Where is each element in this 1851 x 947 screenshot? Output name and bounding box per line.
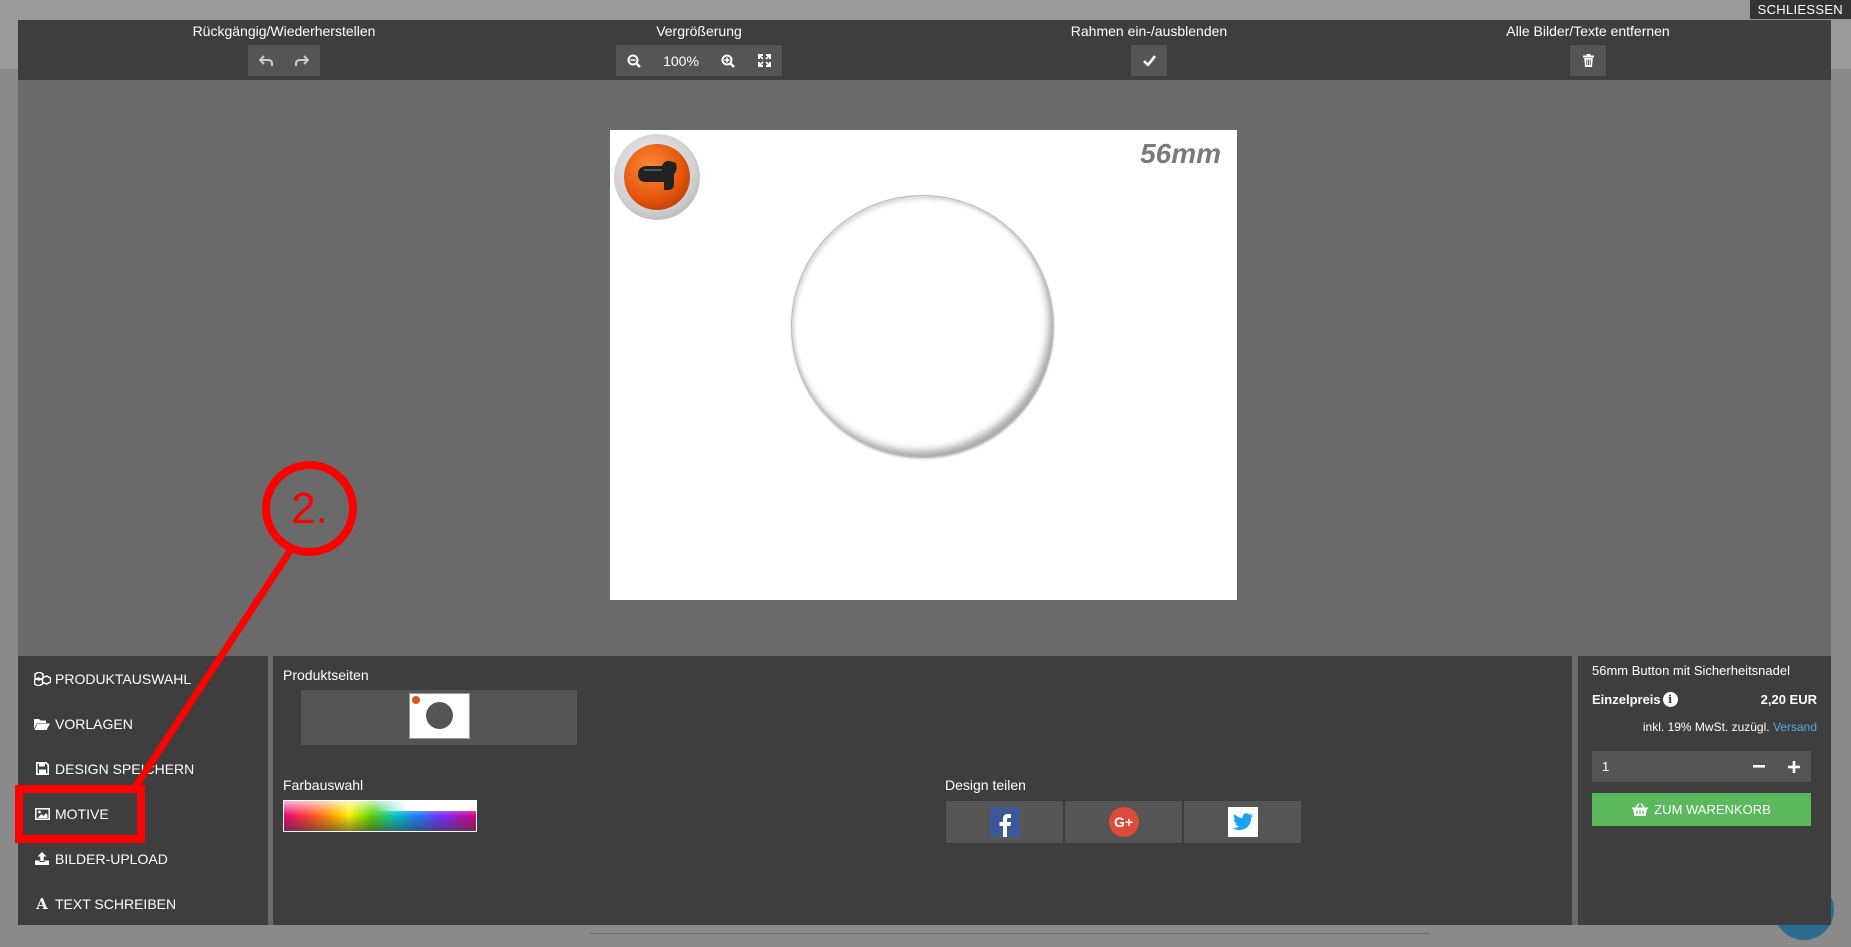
zoom-level: 100% <box>663 52 699 69</box>
add-to-cart-label: ZUM WARENKORB <box>1654 802 1771 817</box>
clear-all-group: Alle Bilder/Texte entfernen <box>1488 22 1688 76</box>
sidebar-item-vorlagen[interactable]: VORLAGEN <box>18 701 268 746</box>
share-design-title: Design teilen <box>945 777 1026 793</box>
zoom-in-button[interactable] <box>710 45 746 76</box>
folder-open-icon <box>32 718 52 730</box>
product-pages-list <box>301 690 577 745</box>
sidebar-item-produktauswahl[interactable]: PRODUKTAUSWAHL <box>18 656 268 701</box>
sidebar-item-label: DESIGN SPEICHERN <box>55 760 195 777</box>
increase-quantity-button[interactable] <box>1776 751 1811 782</box>
brand-logo <box>614 134 700 220</box>
sidebar-item-label: TEXT SCHREIBEN <box>55 895 177 912</box>
shipping-link[interactable]: Versand <box>1773 720 1817 734</box>
quantity-input[interactable]: 1 <box>1592 759 1741 774</box>
color-selection-title: Farbauswahl <box>283 777 364 793</box>
tax-note-text: inkl. 19% MwSt. zuzügl. <box>1642 720 1770 734</box>
facebook-share-button[interactable] <box>946 801 1063 843</box>
product-name: 56mm Button mit Sicherheitsnadel <box>1592 663 1790 678</box>
sidebar-item-label: PRODUKTAUSWAHL <box>55 670 192 687</box>
add-to-cart-button[interactable]: ZUM WARENKORB <box>1592 793 1811 826</box>
expand-icon <box>757 54 771 67</box>
size-label: 56mm <box>1140 138 1221 169</box>
zoom-out-button[interactable] <box>616 45 652 76</box>
zoom-title: Vergrößerung <box>656 23 742 39</box>
close-button[interactable]: SCHLIESSEN <box>1749 0 1851 19</box>
basket-icon <box>1632 803 1649 816</box>
zoom-group: Vergrößerung 100% <box>614 22 784 76</box>
design-canvas[interactable]: 56mm <box>610 130 1237 600</box>
frame-toggle-group: Rahmen ein-/ausblenden <box>1054 22 1244 76</box>
share-buttons: G+ <box>946 801 1301 843</box>
tax-note: inkl. 19% MwSt. zuzügl. Versand <box>1643 720 1817 734</box>
sidebar-item-text-schreiben[interactable]: A TEXT SCHREIBEN <box>18 881 268 926</box>
quantity-stepper: 1 <box>1592 751 1811 782</box>
upload-icon <box>32 852 52 865</box>
undo-icon <box>259 54 273 66</box>
minus-icon <box>1752 765 1765 768</box>
redo-button[interactable] <box>284 45 320 76</box>
decrease-quantity-button[interactable] <box>1741 751 1776 782</box>
undo-button[interactable] <box>248 45 284 76</box>
options-panel: Produktseiten Farbauswahl Design teilen … <box>273 656 1572 925</box>
zoom-in-icon <box>721 54 735 68</box>
background-divider <box>590 933 1430 934</box>
annotation-step-label: 2. <box>291 483 328 533</box>
product-pages-title: Produktseiten <box>283 667 369 683</box>
cubes-icon <box>32 671 52 686</box>
plus-icon <box>1787 760 1800 773</box>
font-icon: A <box>36 894 48 913</box>
frame-toggle-title: Rahmen ein-/ausblenden <box>1070 23 1228 39</box>
clear-all-title: Alle Bilder/Texte entfernen <box>1506 23 1670 39</box>
frame-toggle-button[interactable] <box>1131 45 1167 76</box>
clear-all-button[interactable] <box>1570 45 1606 76</box>
save-icon <box>32 762 52 775</box>
color-picker[interactable] <box>283 800 477 832</box>
sidebar-item-label: VORLAGEN <box>55 715 133 732</box>
unit-price-label: Einzelpreis i <box>1592 692 1678 707</box>
trash-icon <box>1582 54 1594 67</box>
info-icon[interactable]: i <box>1662 692 1678 707</box>
button-design-area[interactable] <box>791 195 1054 458</box>
annotation-highlight-box <box>15 785 145 843</box>
cart-panel: 56mm Button mit Sicherheitsnadel Einzelp… <box>1578 656 1831 925</box>
zoom-out-icon <box>627 54 641 68</box>
fullscreen-button[interactable] <box>746 45 782 76</box>
unit-price-value: 2,20 EUR <box>1760 692 1817 707</box>
twitter-share-button[interactable] <box>1184 801 1301 843</box>
google-plus-share-button[interactable]: G+ <box>1065 801 1182 843</box>
annotation-step-marker: 2. <box>262 461 357 556</box>
page-thumbnail[interactable] <box>409 693 470 739</box>
undo-redo-group: Rückgängig/Wiederherstellen <box>174 22 394 76</box>
undo-redo-title: Rückgängig/Wiederherstellen <box>192 23 376 39</box>
google-plus-icon: G+ <box>1108 807 1139 837</box>
twitter-icon <box>1227 807 1258 837</box>
check-icon <box>1142 55 1156 66</box>
top-toolbar: Rückgängig/Wiederherstellen Vergrößerung… <box>18 20 1831 80</box>
redo-icon <box>295 54 309 66</box>
sidebar-item-label: BILDER-UPLOAD <box>55 850 168 867</box>
facebook-icon <box>989 807 1020 837</box>
press-logo-icon <box>638 160 677 190</box>
unit-price-text: Einzelpreis <box>1592 692 1661 707</box>
